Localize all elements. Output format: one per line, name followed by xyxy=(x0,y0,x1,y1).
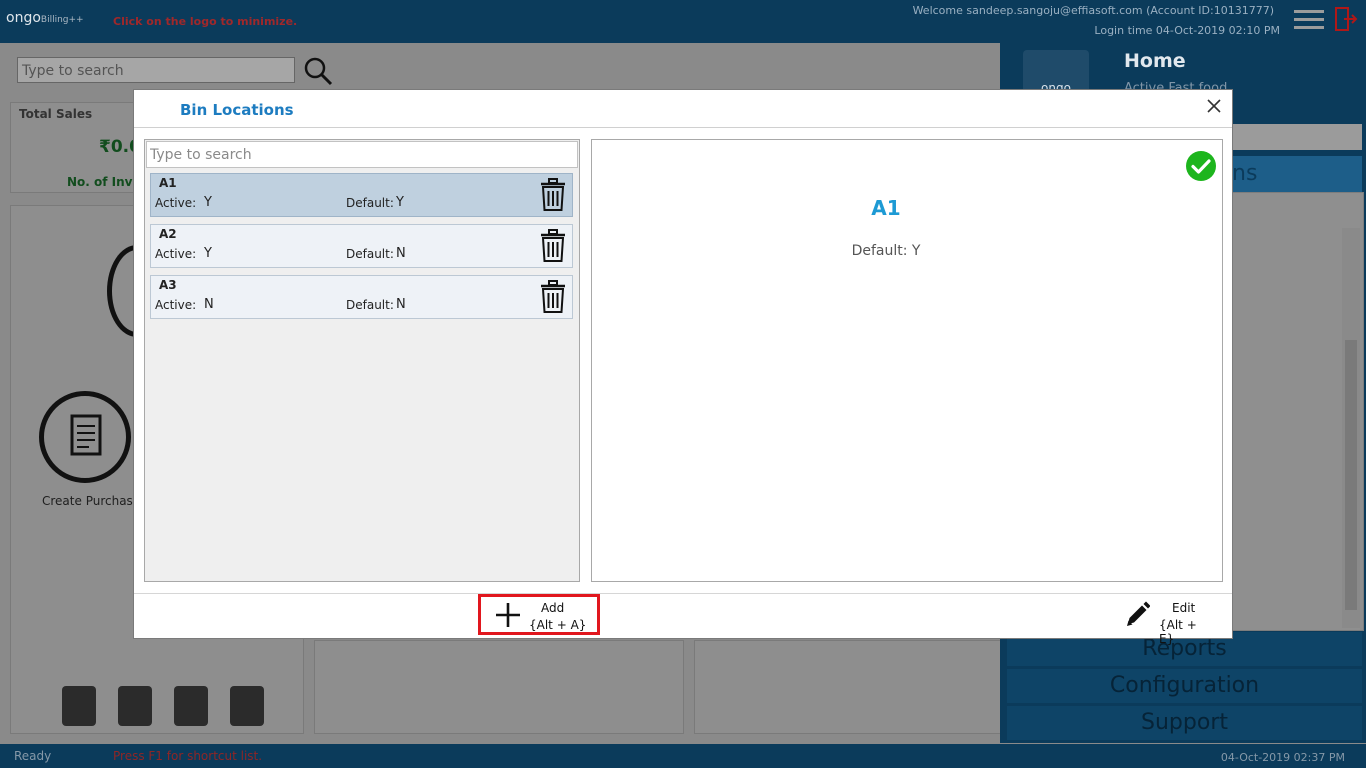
default-label: Default: xyxy=(346,196,394,210)
bin-list-item[interactable]: A3 Active: N Default: N xyxy=(150,275,573,319)
bin-locations-dialog: Bin Locations A1 Active: Y Default: Y A2… xyxy=(133,89,1233,646)
delete-trash-icon[interactable] xyxy=(539,178,567,212)
bin-list-item[interactable]: A2 Active: Y Default: N xyxy=(150,224,573,268)
right-panel-menu-partial[interactable]: ns xyxy=(1232,156,1362,192)
total-sales-label: Total Sales xyxy=(19,107,93,121)
background-search-input[interactable]: Type to search xyxy=(17,57,295,83)
delivery-icon[interactable] xyxy=(174,686,208,726)
bin-list-item[interactable]: A1 Active: Y Default: Y xyxy=(150,173,573,217)
bin-list-panel: A1 Active: Y Default: Y A2 Active: Y Def… xyxy=(144,139,580,582)
plus-icon xyxy=(495,602,521,628)
logo-text: ongo xyxy=(6,10,41,26)
status-ready: Ready xyxy=(14,749,52,763)
status-datetime: 04-Oct-2019 02:37 PM xyxy=(1220,751,1345,764)
active-value: Y xyxy=(204,246,212,261)
active-value: N xyxy=(204,297,214,312)
add-shortcut: {Alt + A} xyxy=(529,618,587,632)
bottom-card-right xyxy=(694,640,1002,734)
bin-code: A3 xyxy=(159,278,177,292)
default-label: Default: xyxy=(346,298,394,312)
logo-sub: Billing++ xyxy=(40,15,84,25)
selected-bin-default: Default: Y xyxy=(851,243,921,259)
logo-hint: Click on the logo to minimize. xyxy=(113,15,298,28)
add-label: Add xyxy=(541,601,565,615)
bottom-toolbar xyxy=(62,686,264,726)
right-panel-scrollbar[interactable] xyxy=(1342,228,1360,628)
customer-icon[interactable] xyxy=(62,686,96,726)
bin-detail-panel: A1 Default: Y xyxy=(591,139,1223,582)
edit-label: Edit xyxy=(1172,601,1196,615)
login-time: Login time 04-Oct-2019 02:10 PM xyxy=(1094,24,1280,37)
close-icon[interactable] xyxy=(1201,95,1227,121)
add-button[interactable]: Add {Alt + A} xyxy=(478,594,600,635)
hamburger-menu-icon[interactable] xyxy=(1294,10,1324,30)
active-value: Y xyxy=(204,195,212,210)
welcome-text: Welcome sandeep.sangoju@effiasoft.com (A… xyxy=(912,4,1274,17)
default-value: Y xyxy=(396,195,404,210)
document-icon[interactable] xyxy=(39,391,131,483)
bin-code: A1 xyxy=(159,176,177,190)
default-value: N xyxy=(396,297,406,312)
default-value: N xyxy=(396,246,406,261)
delete-trash-icon[interactable] xyxy=(539,280,567,314)
menu-configuration[interactable]: Configuration xyxy=(1007,669,1362,703)
menu-support[interactable]: Support xyxy=(1007,706,1362,740)
create-purchase-label[interactable]: Create Purchase xyxy=(42,494,140,508)
title-divider xyxy=(134,127,1232,128)
right-panel-bar xyxy=(1232,124,1362,150)
bin-search-input[interactable] xyxy=(146,141,578,168)
edit-shortcut: {Alt + E} xyxy=(1159,618,1197,646)
selected-bin-code: A1 xyxy=(871,196,901,220)
payment-icon[interactable] xyxy=(230,686,264,726)
scrollbar-thumb[interactable] xyxy=(1345,340,1357,610)
app-logo[interactable]: ongoBilling++ xyxy=(6,10,84,26)
invoices-label: No. of Invo xyxy=(67,175,141,189)
active-label: Active: xyxy=(155,298,197,312)
default-label: Default: xyxy=(346,247,394,261)
gift-icon[interactable] xyxy=(118,686,152,726)
delete-trash-icon[interactable] xyxy=(539,229,567,263)
dialog-title: Bin Locations xyxy=(180,101,294,119)
logout-icon[interactable] xyxy=(1334,6,1358,32)
search-icon[interactable] xyxy=(303,56,333,86)
check-circle-icon xyxy=(1185,150,1217,182)
edit-button[interactable]: Edit {Alt + E} xyxy=(1120,596,1215,646)
status-shortcut-hint: Press F1 for shortcut list. xyxy=(113,749,263,763)
active-label: Active: xyxy=(155,196,197,210)
pencil-icon xyxy=(1124,600,1151,628)
bin-code: A2 xyxy=(159,227,177,241)
active-label: Active: xyxy=(155,247,197,261)
home-title[interactable]: Home xyxy=(1124,50,1186,72)
footer-divider xyxy=(134,593,1232,594)
bottom-card-middle xyxy=(314,640,684,734)
